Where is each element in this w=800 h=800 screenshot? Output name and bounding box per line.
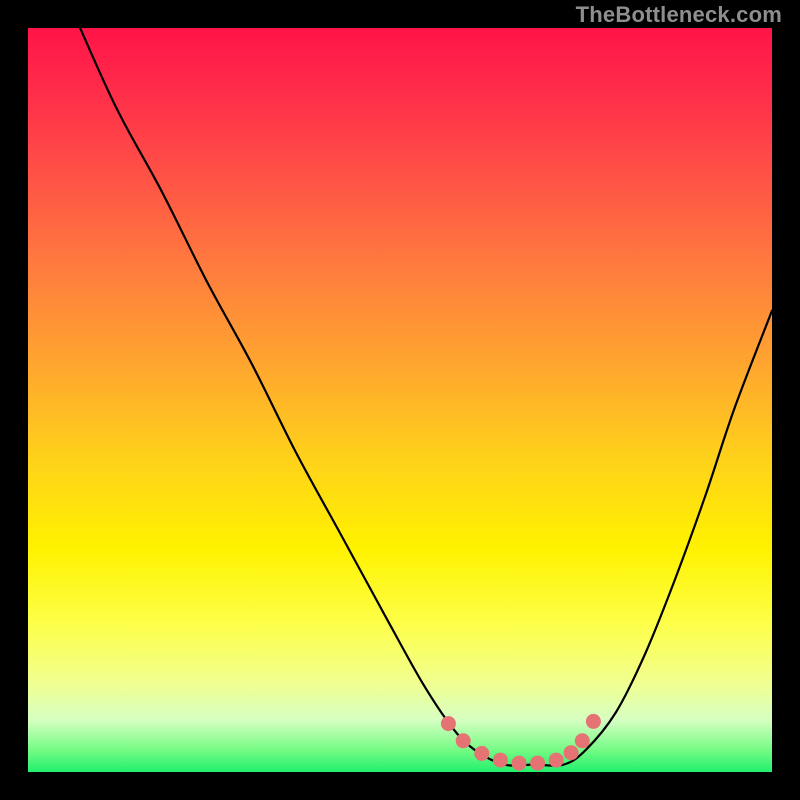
highlight-marker [586, 714, 601, 729]
highlight-marker [575, 733, 590, 748]
highlight-marker [456, 733, 471, 748]
watermark-text: TheBottleneck.com [576, 2, 782, 28]
bottleneck-curve [80, 28, 772, 766]
highlight-marker [564, 745, 579, 760]
highlight-marker [512, 756, 527, 771]
chart-frame: TheBottleneck.com [0, 0, 800, 800]
highlight-marker [474, 746, 489, 761]
highlight-marker [530, 756, 545, 771]
chart-overlay [28, 28, 772, 772]
highlight-marker [493, 753, 508, 768]
highlight-marker [549, 753, 564, 768]
highlight-marker [441, 716, 456, 731]
highlight-markers [441, 714, 601, 771]
